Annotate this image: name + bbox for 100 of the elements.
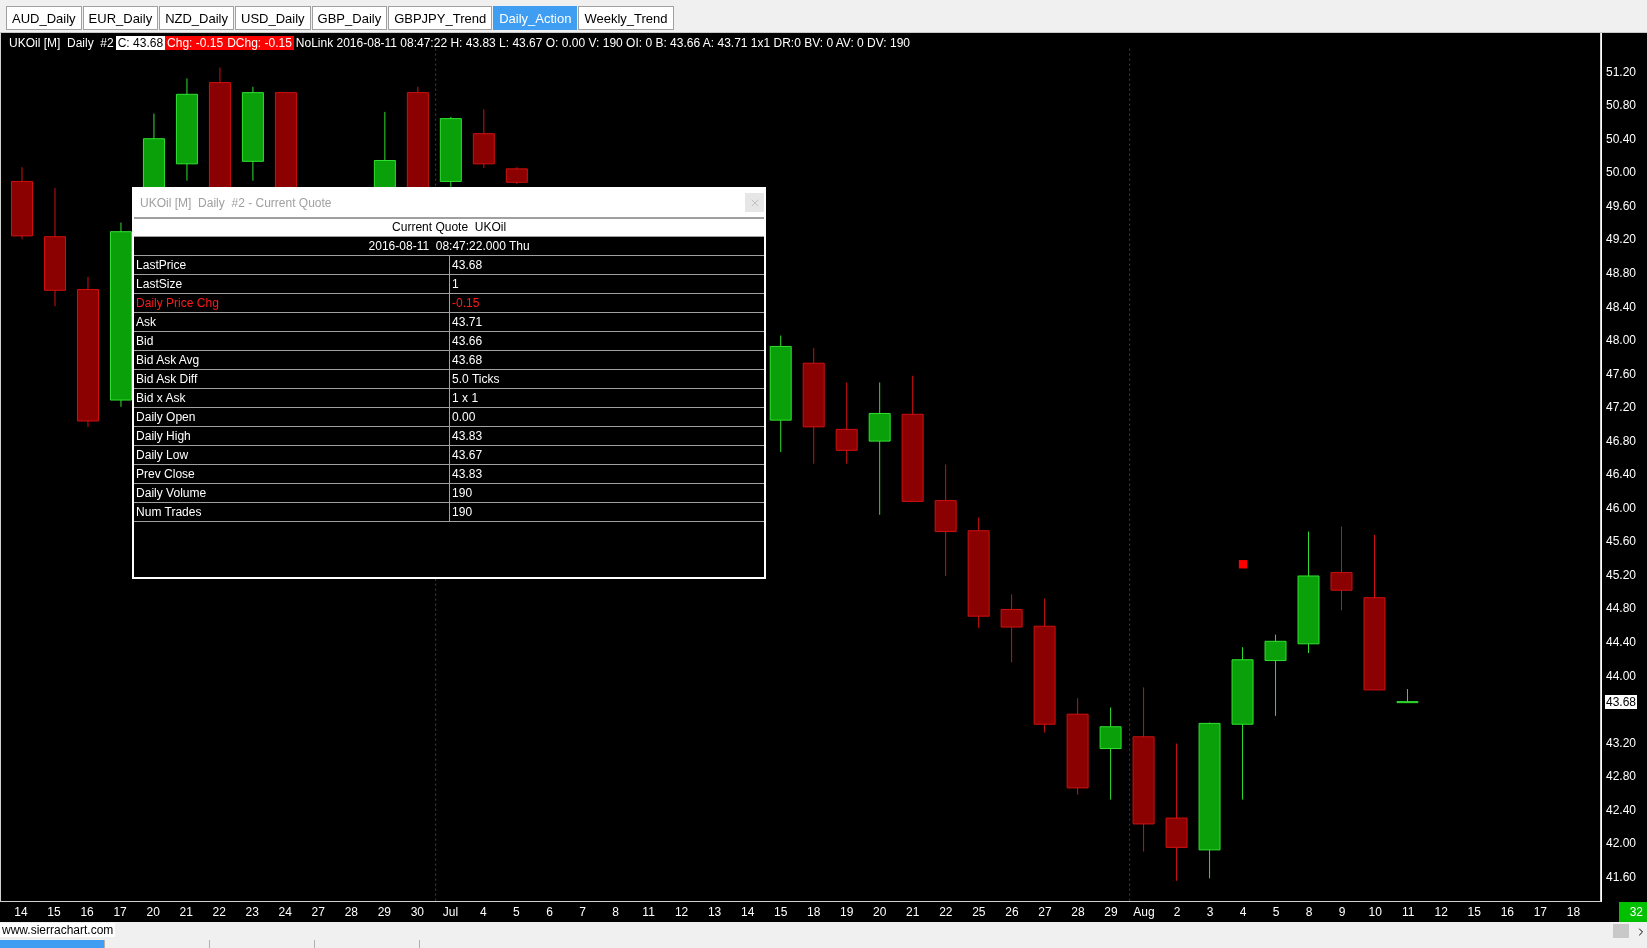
date-label: 20 (873, 905, 887, 919)
table-cell-text: Bid x Ask (135, 389, 187, 407)
price-label: 48.80 (1606, 266, 1637, 280)
table-cell-text: Daily High (135, 427, 192, 445)
table-cell-text: Prev Close (135, 465, 196, 483)
quote-timestamp: 2016-08-11 08:47:22.000 Thu (134, 236, 765, 256)
price-label: 49.20 (1606, 232, 1637, 247)
date-label: 30 (410, 905, 425, 919)
table-cell: 43.68 (449, 255, 765, 274)
date-label: 21 (906, 905, 920, 919)
date-label: 12 (674, 905, 689, 919)
date-label: 17 (1533, 905, 1548, 919)
table-cell: 190 (449, 502, 765, 521)
table-cell-text: Daily Price Chg (135, 294, 220, 312)
table-cell: 1 (449, 274, 765, 293)
price-label: 43.20 (1606, 735, 1637, 750)
price-label: 41.60 (1606, 869, 1637, 884)
table-cell: 43.68 (449, 350, 765, 369)
date-label: 11 (642, 905, 655, 919)
date-label: 4 (1239, 905, 1247, 919)
table-cell-text: Daily Volume (135, 484, 208, 502)
date-label: 23 (245, 905, 259, 919)
price-label: 50.00 (1606, 165, 1637, 180)
price-label: 48.40 (1606, 299, 1637, 314)
table-cell-text: Num Trades (135, 503, 203, 521)
date-label: 22 (212, 905, 226, 919)
date-label: 27 (1038, 905, 1052, 919)
table-cell: 5.0 Ticks (449, 369, 765, 388)
price-label: 46.80 (1606, 433, 1637, 448)
quote-info-text: C: 43.68 (115, 36, 166, 50)
site-label: www.sierrachart.com (0, 923, 116, 937)
price-label: 47.60 (1606, 366, 1637, 381)
table-cell: -0.15 (449, 293, 765, 312)
date-label: Aug (1133, 905, 1155, 919)
price-label: 45.20 (1606, 567, 1637, 582)
price-label: 44.80 (1606, 601, 1637, 616)
date-label: 17 (113, 905, 127, 919)
date-label: 19 (840, 905, 854, 919)
window-title: UKOil [M] Daily #2 - Current Quote (140, 195, 332, 210)
date-label: 8 (612, 905, 619, 919)
date-label: 12 (1434, 905, 1448, 919)
date-label: 15 (47, 905, 61, 919)
date-label: 6 (546, 905, 553, 919)
table-heading: Current Quote UKOil (134, 218, 765, 237)
date-label: 9 (1338, 905, 1346, 919)
date-label: 10 (1368, 905, 1382, 919)
date-label: 27 (311, 905, 325, 919)
price-label: 46.00 (1606, 500, 1637, 515)
date-label: 14 (14, 905, 28, 919)
date-label: 18 (1566, 905, 1581, 919)
date-label: 28 (1071, 905, 1085, 919)
price-label: 51.20 (1606, 64, 1637, 79)
price-label: 42.40 (1606, 802, 1637, 817)
table-cell-text: Bid Ask Diff (135, 370, 199, 388)
table-cell: 0.00 (449, 407, 765, 426)
table-cell: 43.83 (449, 464, 765, 483)
price-label: 45.60 (1606, 534, 1637, 549)
price-label: 50.40 (1606, 131, 1637, 146)
table-cell-text: Bid (135, 332, 155, 350)
quote-info-text: Chg: -0.15 (165, 36, 226, 50)
date-label: 8 (1305, 905, 1313, 919)
bar-count-badge: 32 (1619, 902, 1647, 922)
date-label: 13 (707, 905, 722, 919)
date-label: Jul (442, 905, 459, 919)
date-label: 21 (179, 905, 193, 919)
table-cell-text: LastSize (135, 275, 184, 293)
price-label: 42.00 (1606, 836, 1637, 851)
date-label: 15 (774, 905, 788, 919)
table-cell-text: Bid Ask Avg (135, 351, 201, 369)
price-label: 44.00 (1606, 668, 1637, 683)
date-label: 14 (741, 905, 755, 919)
date-label: 25 (972, 905, 986, 919)
date-label: 22 (939, 905, 953, 919)
table-cell: 43.67 (449, 445, 765, 464)
price-label: 50.80 (1606, 98, 1637, 113)
quote-info-text: NoLink 2016-08-11 08:47:22 H: 43.83 L: 43.67 O: 0.00 V: 190 OI: 0 B: 43.66 A: 43.71 1x1 DR:0 BV: 0 AV: 0 DV: 190 (294, 36, 911, 50)
date-label: 16 (80, 905, 94, 919)
price-label: 48.00 (1606, 333, 1637, 348)
quote-info-text: UKOil [M] Daily #2 (8, 36, 115, 50)
date-label: 5 (513, 905, 520, 919)
date-label: 29 (377, 905, 391, 919)
date-label: 3 (1206, 905, 1214, 919)
last-price-marker: 43.68 (1604, 694, 1639, 711)
date-label: 29 (1104, 905, 1118, 919)
date-label: 5 (1272, 905, 1280, 919)
table-cell-text: LastPrice (135, 256, 188, 274)
table-cell: 43.71 (449, 312, 765, 331)
date-label: 20 (146, 905, 160, 919)
price-label: 49.60 (1606, 198, 1637, 213)
table-cell: 190 (449, 483, 765, 502)
table-cell-text: Daily Open (135, 408, 197, 426)
date-label: 11 (1402, 905, 1415, 919)
quote-info-text: DChg: -0.15 (225, 36, 294, 50)
date-label: 24 (278, 905, 292, 919)
date-label: 28 (344, 905, 358, 919)
date-label: 16 (1500, 905, 1514, 919)
table-cell: 1 x 1 (449, 388, 765, 407)
price-label: 42.80 (1606, 769, 1637, 784)
date-label: 4 (480, 905, 487, 919)
date-label: 15 (1467, 905, 1481, 919)
